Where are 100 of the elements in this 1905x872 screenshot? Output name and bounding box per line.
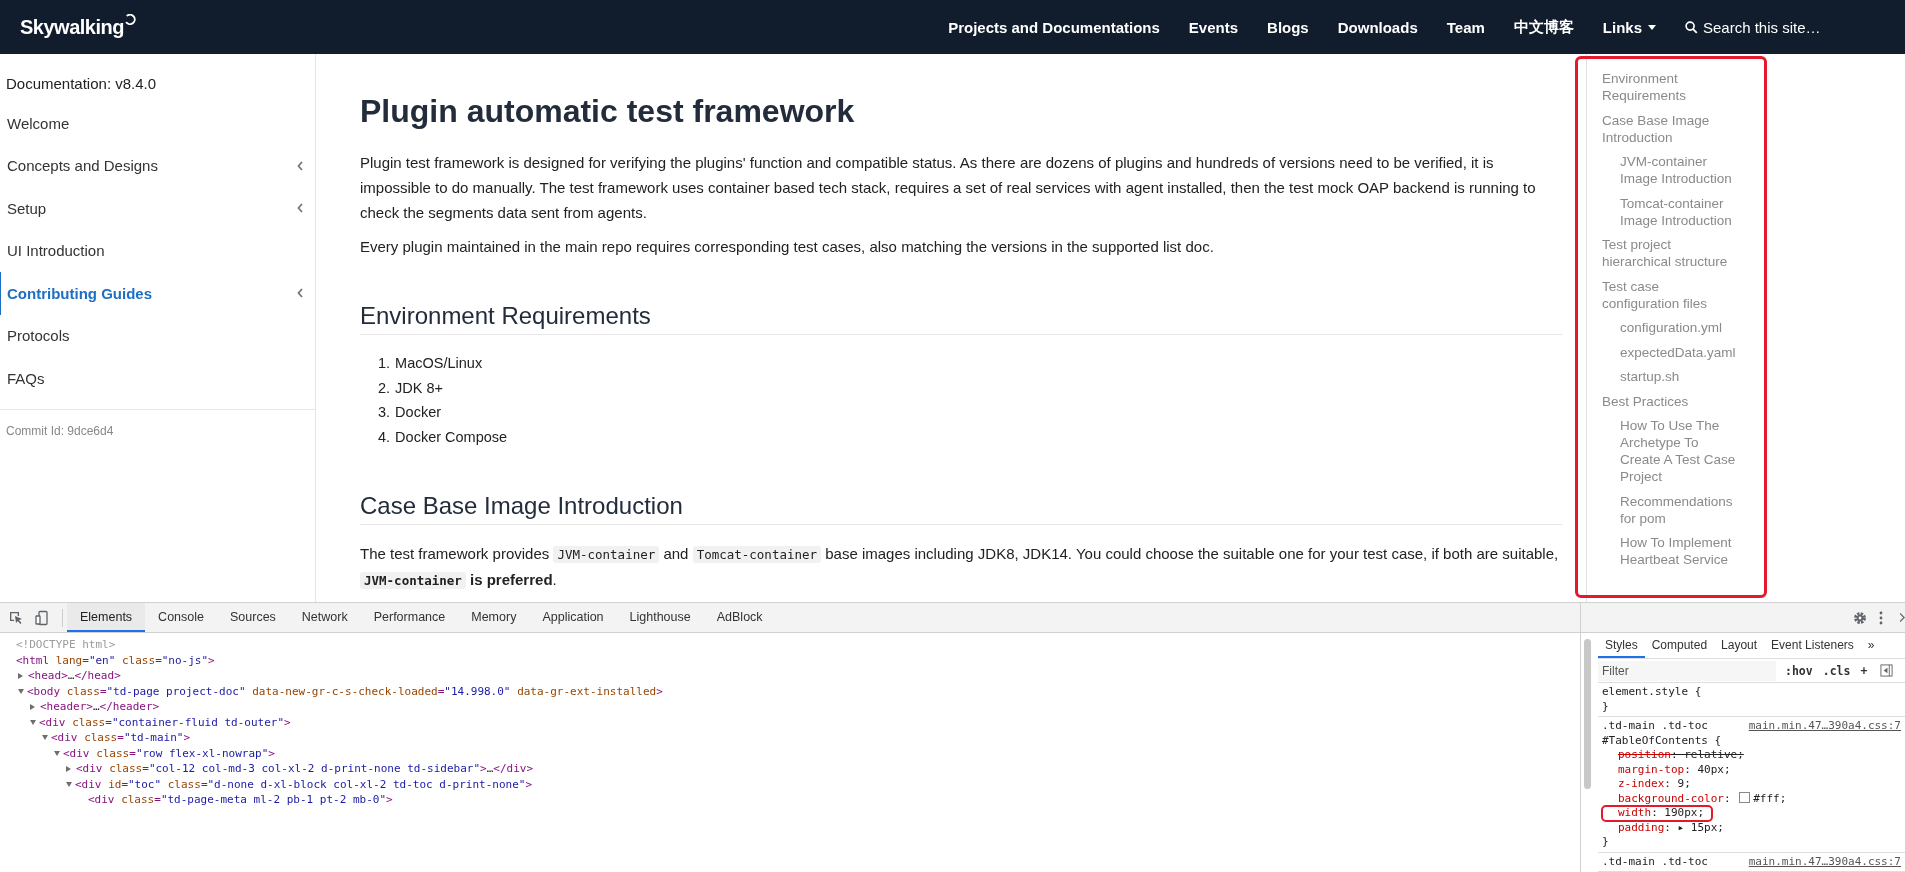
chevron-icon[interactable] <box>297 160 303 171</box>
sidebar-toggle-icon[interactable] <box>1880 664 1894 677</box>
disclosure-triangle[interactable] <box>42 735 48 741</box>
list-number: 1. <box>378 354 391 374</box>
styles-tab[interactable]: Event Listeners <box>1764 633 1861 658</box>
source-link[interactable]: main.min.47…390a4.css:7 <box>1748 719 1901 734</box>
css-declaration: position: relative; <box>1617 748 1744 763</box>
nav-link[interactable]: 中文博客 <box>1513 17 1574 37</box>
toc-link[interactable]: JVM-container Image Introduction <box>1620 153 1740 187</box>
paragraph: Every plugin maintained in the main repo requires corresponding test cases, also matching the versions in the supported list doc. <box>360 237 1215 258</box>
sidebar-item[interactable]: Protocols <box>0 314 315 357</box>
css-declaration: padding: ▸ 15px; <box>1617 820 1724 835</box>
styles-tab[interactable]: Styles <box>1598 633 1645 658</box>
devtools-tab[interactable]: Memory <box>458 603 530 632</box>
inspect-icon[interactable] <box>8 609 24 626</box>
disclosure-triangle[interactable] <box>66 765 71 772</box>
nav-link[interactable]: Team <box>1446 18 1485 36</box>
devtools-tab[interactable]: AdBlock <box>703 603 776 632</box>
devtools-tab[interactable]: Sources <box>217 603 289 632</box>
styles-tab[interactable]: » <box>1860 633 1882 658</box>
toc-link[interactable]: Case Base Image Introduction <box>1602 111 1740 146</box>
dom-node[interactable]: <div class="td-main"> <box>51 730 191 746</box>
sidebar-item[interactable]: Concepts and Designs <box>0 144 315 187</box>
toc-link[interactable]: How To Implement Heartbeat Service <box>1620 534 1740 568</box>
nav-link[interactable]: Blogs <box>1267 18 1309 36</box>
css-brace: } <box>1602 835 1610 850</box>
list-number: 4. <box>378 427 391 447</box>
filter-field[interactable]: Filter <box>1598 660 1776 681</box>
list-item: MacOS/Linux <box>395 354 483 374</box>
toolbar-button[interactable]: .cls <box>1817 663 1856 678</box>
dom-node[interactable]: <div id="toc" class="d-none d-xl-block col-xl-2 td-toc d-print-none"> <box>75 776 532 792</box>
caret-icon[interactable] <box>1648 24 1656 30</box>
sidebar-item[interactable]: Contributing Guides <box>0 272 315 315</box>
close-icon[interactable] <box>1900 612 1905 623</box>
toolbar-button[interactable]: :hov <box>1780 663 1818 678</box>
dom-node[interactable]: <div class="container-fluid td-outer"> <box>39 714 291 730</box>
list-item: Docker Compose <box>395 427 508 447</box>
dom-node[interactable]: <body class="td-page project-doc" data-new-gr-c-s-check-loaded="14.998.0" data-gr-ext-installed> <box>27 683 663 699</box>
settings-icon[interactable] <box>1852 609 1868 626</box>
devtools-tab[interactable]: Lighthouse <box>616 603 704 632</box>
disclosure-triangle[interactable] <box>54 750 60 756</box>
dom-node[interactable]: <div class="row flex-xl-nowrap"> <box>63 745 275 761</box>
nav-link[interactable]: Projects and Documentations <box>948 18 1160 36</box>
css-selector: element.style { <box>1602 685 1702 700</box>
nav-link[interactable]: Downloads <box>1337 18 1418 36</box>
dom-node[interactable]: <div class="col-12 col-md-3 col-xl-2 d-print-none td-sidebar">…</div> <box>76 761 533 777</box>
dom-node[interactable]: <header>…</header> <box>40 699 160 715</box>
toc-link[interactable]: Recommendations for pom <box>1620 492 1740 527</box>
scrollbar-thumb[interactable] <box>1584 639 1591 789</box>
sidebar-item[interactable]: UI Introduction <box>0 229 315 272</box>
devtools-tab[interactable]: Performance <box>360 603 459 632</box>
sidebar-title: Documentation: v8.4.0 <box>5 75 158 94</box>
devtools-tab[interactable]: Network <box>288 603 361 632</box>
links-dropdown[interactable]: Links <box>1602 18 1656 36</box>
sidebar-item[interactable]: Setup <box>0 187 315 230</box>
devtools-tab[interactable]: Application <box>529 603 617 632</box>
css-selector: .td-main .td-toc <box>1602 854 1708 869</box>
commit-id: Commit Id: 9dce6d4 <box>5 422 115 440</box>
disclosure-triangle[interactable] <box>30 719 36 725</box>
devtools-tab[interactable]: Elements <box>67 603 146 632</box>
toc-link[interactable]: How To Use The Archetype To Create A Test Case Project <box>1620 417 1740 485</box>
chevron-icon[interactable] <box>297 288 303 299</box>
toolbar-button[interactable]: + <box>1855 663 1873 678</box>
logo[interactable]: Skywalking <box>20 15 136 39</box>
css-selector: .td-main .td-toc <box>1602 719 1708 734</box>
chevron-icon[interactable] <box>297 203 303 214</box>
source-link[interactable]: main.min.47…390a4.css:7 <box>1748 854 1901 869</box>
toc-link[interactable]: configuration.yml <box>1620 319 1740 336</box>
section-heading: Environment Requirements <box>360 302 1562 336</box>
toc-link[interactable]: Environment Requirements <box>1602 70 1740 104</box>
nav-link[interactable]: Events <box>1188 18 1239 36</box>
toc-link[interactable]: Test project hierarchical structure <box>1602 236 1740 270</box>
toc-link[interactable]: Tomcat-container Image Introduction <box>1620 194 1740 229</box>
toc-link[interactable]: expectedData.yaml <box>1620 343 1740 361</box>
dom-node[interactable]: <div class="td-page-meta ml-2 pb-1 pt-2 mb-0"> <box>88 792 393 808</box>
styles-tab[interactable]: Computed <box>1644 633 1715 658</box>
dom-node[interactable]: <html lang="en" class="no-js"> <box>16 652 215 668</box>
toc-link[interactable]: Test case configuration files <box>1602 277 1740 312</box>
page-title: Plugin automatic test framework <box>360 92 856 131</box>
device-icon[interactable] <box>34 609 50 626</box>
toc-link[interactable]: Best Practices <box>1602 392 1740 410</box>
devtools-tab[interactable]: Console <box>145 603 217 632</box>
search-icon[interactable] <box>1685 20 1698 34</box>
sidebar-item[interactable]: Welcome <box>0 102 315 145</box>
section-heading: Case Base Image Introduction <box>360 492 1562 526</box>
list-number: 2. <box>378 378 391 398</box>
styles-tab[interactable]: Layout <box>1714 633 1765 658</box>
css-declaration: background-color: #fff; <box>1617 791 1787 806</box>
css-declaration: z-index: 9; <box>1617 777 1691 792</box>
toc-link[interactable]: startup.sh <box>1620 368 1740 385</box>
disclosure-triangle[interactable] <box>66 781 72 787</box>
search-field[interactable]: Search this site… <box>1685 18 1865 36</box>
disclosure-triangle[interactable] <box>18 672 23 679</box>
list-number: 3. <box>378 403 391 423</box>
more-options-icon[interactable] <box>1878 609 1884 626</box>
dom-node[interactable]: <head>…</head> <box>28 668 121 684</box>
sidebar-item[interactable]: FAQs <box>0 357 315 400</box>
disclosure-triangle[interactable] <box>18 688 24 694</box>
disclosure-triangle[interactable] <box>30 703 35 710</box>
list-item: Docker <box>395 403 442 423</box>
